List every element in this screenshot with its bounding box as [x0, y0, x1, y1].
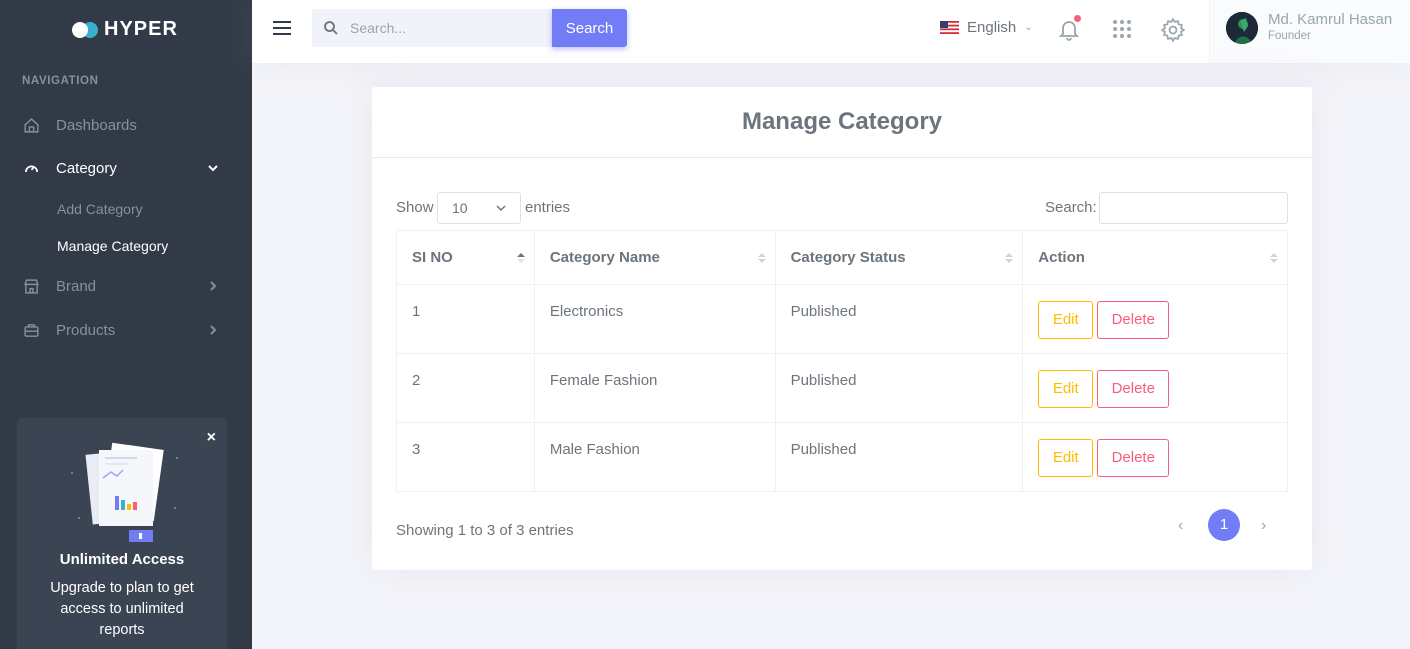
sidebar: HYPER NAVIGATION Dashboards Category Add…: [0, 0, 252, 649]
delete-button[interactable]: Delete: [1097, 439, 1170, 477]
search-icon: [324, 21, 338, 35]
entries-per-page-value: 10: [452, 200, 468, 216]
cell-si-no: 1: [396, 284, 535, 354]
table-search-label: Search:: [1045, 199, 1097, 216]
length-suffix: entries: [525, 199, 571, 216]
table-header-row: SI NO Category Name Category Status Acti…: [396, 230, 1288, 285]
card-header: Manage Category: [372, 87, 1312, 158]
user-role: Founder: [1268, 30, 1311, 42]
column-header-si-no[interactable]: SI NO: [396, 230, 535, 285]
sidebar-subitem-add-category[interactable]: Add Category: [57, 201, 143, 217]
language-label: English: [967, 19, 1017, 36]
sidebar-item-label: Products: [56, 321, 116, 339]
sidebar-subitem-manage-category[interactable]: Manage Category: [57, 238, 168, 254]
cell-category-status: Published: [774, 284, 1024, 354]
sort-icon: [1005, 253, 1014, 263]
cell-si-no: 2: [396, 353, 535, 423]
chevron-down-icon: ⌄: [1024, 22, 1033, 33]
edit-button[interactable]: Edit: [1038, 370, 1094, 408]
chevron-down-icon: [206, 161, 220, 175]
manage-category-card: Manage Category Show 10 entries Search: …: [372, 87, 1312, 570]
menu-toggle-icon[interactable]: [273, 21, 291, 37]
chevron-right-icon: [206, 323, 220, 337]
search-box: [312, 9, 552, 47]
sidebar-item-label: Brand: [56, 277, 97, 295]
chevron-down-icon: [496, 205, 506, 212]
close-icon[interactable]: ×: [207, 430, 216, 446]
user-profile-dropdown[interactable]: Md. Kamrul Hasan Founder: [1209, 0, 1410, 63]
column-label: Category Status: [790, 249, 906, 266]
logo-text: HYPER: [104, 18, 178, 40]
column-header-action[interactable]: Action: [1022, 230, 1288, 285]
entries-per-page-select[interactable]: 10: [437, 192, 521, 224]
apps-grid-icon[interactable]: [1110, 17, 1136, 43]
table-row: 1 Electronics Published Edit Delete: [396, 284, 1288, 354]
sort-icon: [757, 253, 766, 263]
cell-actions: Edit Delete: [1022, 422, 1288, 492]
us-flag-icon: [940, 21, 959, 34]
store-icon: [22, 277, 40, 295]
cell-si-no: 3: [396, 422, 535, 492]
column-label: Action: [1038, 249, 1085, 266]
table-row: 3 Male Fashion Published Edit Delete: [396, 422, 1288, 492]
notification-bell-icon[interactable]: [1057, 15, 1083, 43]
sidebar-item-category[interactable]: Category: [22, 153, 228, 183]
sidebar-item-label: Category: [56, 159, 117, 177]
report-illustration-icon: [71, 442, 178, 542]
avatar: [1226, 12, 1258, 44]
upgrade-promo-card: × Unlimited Access Upgrade to plan to ge…: [17, 418, 227, 649]
language-selector[interactable]: English ⌄: [940, 19, 1033, 36]
nav-section-title: NAVIGATION: [22, 75, 99, 87]
logo[interactable]: HYPER: [72, 18, 178, 41]
search-input[interactable]: [350, 9, 550, 47]
edit-button[interactable]: Edit: [1038, 301, 1094, 339]
pagination-prev-button[interactable]: ‹: [1178, 517, 1183, 535]
delete-button[interactable]: Delete: [1097, 301, 1170, 339]
table-info: Showing 1 to 3 of 3 entries: [396, 522, 574, 539]
table-row: 2 Female Fashion Published Edit Delete: [396, 353, 1288, 423]
sort-icon: [1270, 253, 1278, 263]
gauge-icon: [22, 159, 40, 177]
cell-actions: Edit Delete: [1022, 284, 1288, 354]
edit-button[interactable]: Edit: [1038, 439, 1094, 477]
sort-ascending-icon: [516, 253, 525, 263]
sidebar-item-label: Dashboards: [56, 116, 137, 134]
home-icon: [22, 116, 40, 134]
length-label: Show: [396, 199, 434, 216]
column-label: SI NO: [412, 249, 453, 266]
topbar: Search English ⌄ Md. Kamrul Hasan Founde…: [252, 0, 1410, 63]
logo-mark-icon: [72, 21, 98, 38]
promo-text: Upgrade to plan to get access to unlimit…: [50, 580, 194, 638]
sidebar-item-dashboards[interactable]: Dashboards: [22, 110, 228, 140]
user-name: Md. Kamrul Hasan: [1268, 11, 1393, 28]
page-title: Manage Category: [741, 108, 943, 135]
pagination-next-button[interactable]: ›: [1261, 517, 1266, 535]
column-header-category-status[interactable]: Category Status: [774, 230, 1024, 285]
briefcase-icon: [22, 321, 40, 339]
cell-category-name: Male Fashion: [533, 422, 776, 492]
cell-actions: Edit Delete: [1022, 353, 1288, 423]
column-label: Category Name: [549, 249, 660, 266]
chevron-right-icon: [206, 279, 220, 293]
sidebar-item-products[interactable]: Products: [22, 315, 228, 345]
settings-gear-icon[interactable]: [1160, 17, 1186, 43]
cell-category-status: Published: [774, 353, 1024, 423]
cell-category-status: Published: [774, 422, 1024, 492]
delete-button[interactable]: Delete: [1097, 370, 1170, 408]
cell-category-name: Female Fashion: [533, 353, 776, 423]
promo-title: Unlimited Access: [59, 551, 185, 568]
search-button[interactable]: Search: [552, 9, 627, 47]
column-header-category-name[interactable]: Category Name: [533, 230, 776, 285]
notification-dot: [1074, 15, 1081, 22]
sidebar-item-brand[interactable]: Brand: [22, 271, 228, 301]
cell-category-name: Electronics: [533, 284, 776, 354]
category-table: SI NO Category Name Category Status Acti…: [396, 230, 1288, 492]
table-search-input[interactable]: [1099, 192, 1288, 224]
pagination-page-1[interactable]: 1: [1208, 509, 1240, 541]
